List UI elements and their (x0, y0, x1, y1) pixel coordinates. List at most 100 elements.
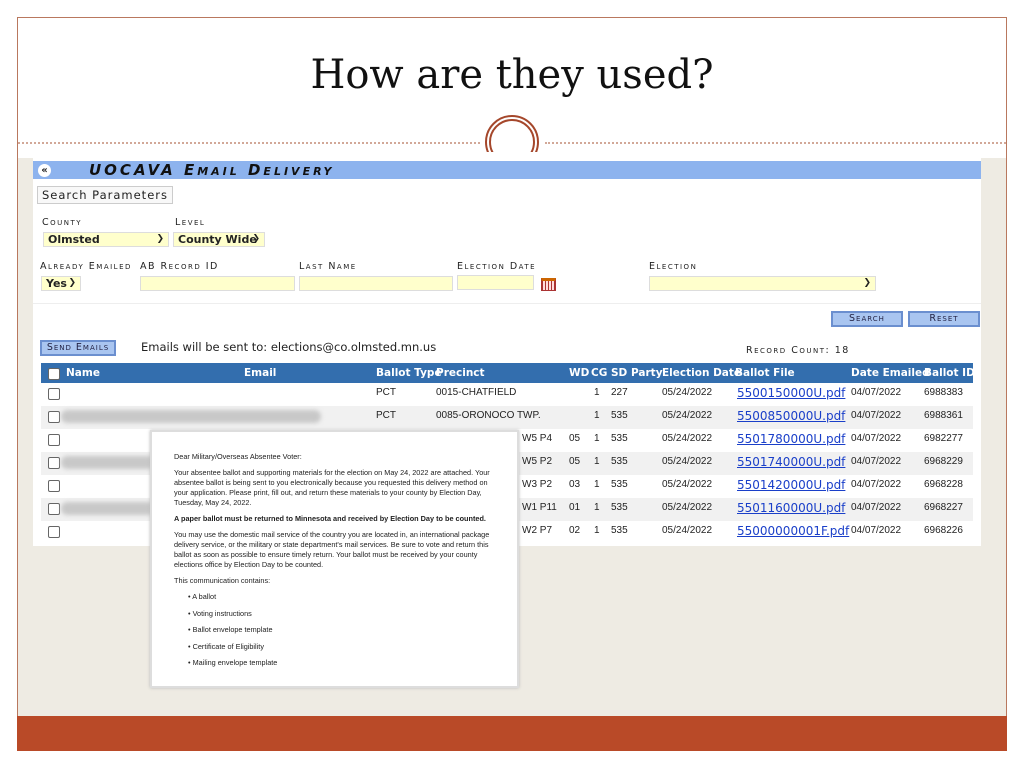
letter-paragraph: Your absentee ballot and supporting mate… (174, 468, 490, 507)
wd: 05 (569, 456, 581, 467)
ballot-file-link[interactable]: 5500850000U.pdf (737, 409, 845, 423)
date-emailed: 04/07/2022 (851, 410, 902, 421)
col-party[interactable]: Party (631, 367, 663, 379)
county-select[interactable]: Olmsted ❯ (43, 232, 169, 247)
sd: 535 (611, 410, 628, 421)
letter-greeting: Dear Military/Overseas Absentee Voter: (174, 452, 302, 461)
ballot-file-link[interactable]: 5501160000U.pdf (737, 501, 845, 515)
ballot-id: 6982277 (924, 433, 963, 444)
election-date: 05/24/2022 (662, 456, 713, 467)
col-ballot-id[interactable]: Ballot ID (924, 367, 975, 379)
chevron-down-icon: ❯ (68, 278, 76, 288)
last-name-input[interactable] (299, 276, 453, 291)
table-row[interactable]: PCT 0015-CHATFIELD 1 227 05/24/2022 550015000… (41, 383, 973, 406)
slide-title: How are they used? (310, 52, 714, 98)
divider (33, 303, 981, 304)
precinct: W2 P7 (522, 525, 553, 536)
date-emailed: 04/07/2022 (851, 525, 902, 536)
footer-bar (17, 716, 1007, 751)
divider (545, 142, 1006, 144)
divider (18, 142, 480, 144)
sd: 535 (611, 456, 628, 467)
letter-contains: This communication contains: (174, 576, 271, 585)
row-checkbox[interactable] (48, 526, 60, 538)
col-precinct[interactable]: Precinct (436, 367, 485, 379)
already-emailed-label: Already Emailed (40, 261, 132, 272)
chevron-down-icon: ❯ (863, 278, 871, 288)
election-date: 05/24/2022 (662, 479, 713, 490)
cg: 1 (594, 433, 600, 444)
row-checkbox[interactable] (48, 388, 60, 400)
table-row[interactable]: PCT 0085-ORONOCO TWP. 1 535 05/24/2022 550085… (41, 406, 973, 429)
col-sd[interactable]: SD (611, 367, 627, 379)
ballot-id: 6968227 (924, 502, 963, 513)
sd: 227 (611, 387, 628, 398)
email-letter-preview: Dear Military/Overseas Absentee Voter: Y… (150, 430, 519, 688)
level-select[interactable]: County Wide ❯ (173, 232, 265, 247)
cg: 1 (594, 410, 600, 421)
reset-button[interactable]: Reset (908, 311, 980, 327)
row-checkbox[interactable] (48, 411, 60, 423)
sd: 535 (611, 502, 628, 513)
ballot-type: PCT (376, 410, 396, 421)
col-date-emailed[interactable]: Date Emailed (851, 367, 930, 379)
chevron-down-icon: ❯ (252, 234, 260, 244)
letter-item: Voting instructions (188, 609, 497, 619)
col-cg[interactable]: CG (591, 367, 607, 379)
precinct: W1 P11 (522, 502, 557, 513)
precinct: W3 P2 (522, 479, 553, 490)
date-emailed: 04/07/2022 (851, 456, 902, 467)
emails-note: Emails will be sent to: elections@co.olm… (141, 340, 437, 354)
col-email[interactable]: Email (244, 367, 276, 379)
election-date: 05/24/2022 (662, 387, 713, 398)
ballot-file-link[interactable]: 55000000001F.pdf (737, 524, 849, 538)
row-checkbox[interactable] (48, 503, 60, 515)
letter-item: Certificate of Eligibility (188, 642, 497, 652)
select-all-checkbox[interactable] (48, 368, 60, 380)
ballot-file-link[interactable]: 5501740000U.pdf (737, 455, 845, 469)
redacted-name (61, 410, 321, 423)
precinct: 0085-ORONOCO TWP. (436, 410, 541, 421)
ballot-id: 6968229 (924, 456, 963, 467)
collapse-icon[interactable]: « (38, 164, 51, 177)
col-name[interactable]: Name (66, 367, 100, 379)
date-emailed: 04/07/2022 (851, 479, 902, 490)
letter-item: Ballot envelope template (188, 625, 497, 635)
table-header: Name Email Ballot Type Precinct WD CG SD… (41, 363, 975, 383)
redacted-name (61, 456, 156, 469)
wd: 03 (569, 479, 581, 490)
ballot-file-link[interactable]: 5501420000U.pdf (737, 478, 845, 492)
election-label: Election (649, 261, 698, 272)
ab-record-id-input[interactable] (140, 276, 295, 291)
last-name-label: Last Name (299, 261, 357, 272)
election-select[interactable]: ❯ (649, 276, 876, 291)
send-emails-button[interactable]: Send Emails (40, 340, 116, 356)
ballot-id: 6988361 (924, 410, 963, 421)
search-button[interactable]: Search (831, 311, 903, 327)
sd: 535 (611, 433, 628, 444)
app-title: UOCAVA Email Delivery (89, 161, 335, 179)
ballot-file-link[interactable]: 5501780000U.pdf (737, 432, 845, 446)
app-header: « UOCAVA Email Delivery (33, 161, 981, 179)
ballot-file-link[interactable]: 5500150000U.pdf (737, 386, 845, 400)
cg: 1 (594, 387, 600, 398)
election-date-input[interactable] (457, 275, 534, 290)
date-emailed: 04/07/2022 (851, 502, 902, 513)
cg: 1 (594, 525, 600, 536)
col-wd[interactable]: WD (569, 367, 589, 379)
search-parameters-legend: Search Parameters (37, 186, 173, 204)
letter-item: A ballot (188, 592, 497, 602)
col-election-date[interactable]: Election Date (662, 367, 741, 379)
calendar-icon[interactable] (541, 278, 556, 291)
already-emailed-select[interactable]: Yes ❯ (41, 276, 81, 291)
col-ballot-file[interactable]: Ballot File (735, 367, 795, 379)
col-ballot-type[interactable]: Ballot Type (376, 367, 442, 379)
date-emailed: 04/07/2022 (851, 387, 902, 398)
precinct: W5 P2 (522, 456, 553, 467)
row-checkbox[interactable] (48, 480, 60, 492)
cg: 1 (594, 502, 600, 513)
election-date: 05/24/2022 (662, 525, 713, 536)
row-checkbox[interactable] (48, 434, 60, 446)
row-checkbox[interactable] (48, 457, 60, 469)
precinct: 0015-CHATFIELD (436, 387, 517, 398)
